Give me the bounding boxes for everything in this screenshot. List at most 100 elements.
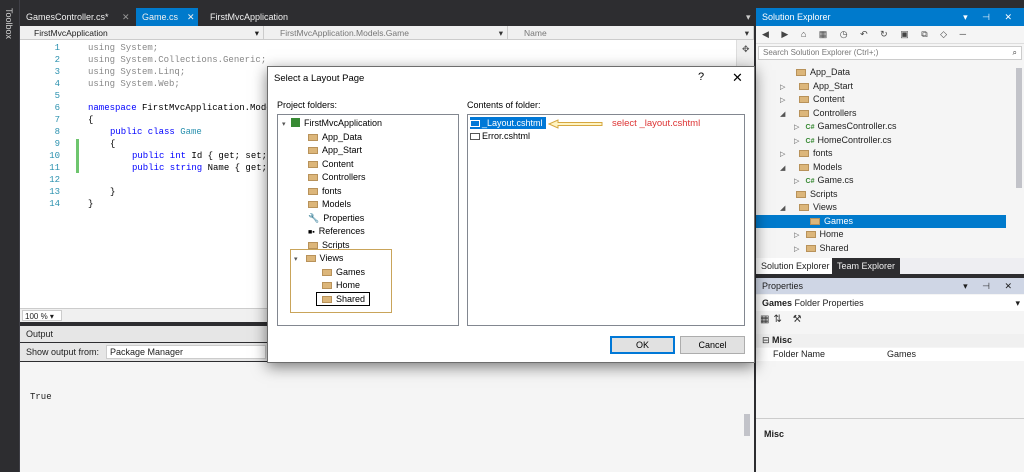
type-dropdown[interactable]: FirstMvcApplication.Models.Game ▾ [266, 26, 508, 40]
file-item-selected[interactable]: _Layout.cshtml [470, 117, 546, 129]
output-body[interactable]: True [20, 362, 754, 472]
expand-icon[interactable]: ▷ [780, 94, 789, 107]
code-line: } [88, 199, 94, 209]
tree-item[interactable]: ▷ Content [780, 93, 845, 106]
tree-item[interactable]: Scripts [796, 188, 838, 201]
folder-icon [322, 296, 332, 303]
folder-contents-list[interactable]: _Layout.cshtml Error.cshtml select _layo… [467, 114, 745, 326]
help-button[interactable]: ? [698, 71, 704, 83]
tree-item[interactable]: ▾ FirstMvcApplication [282, 117, 382, 130]
pane-controls-icon[interactable]: ▾ ⊣ ✕ [963, 278, 1018, 294]
tree-item[interactable]: ▾ Views [294, 252, 343, 265]
tree-item[interactable]: ▷ C# Game.cs [794, 174, 853, 187]
tree-item-selected[interactable]: Shared [316, 292, 371, 306]
close-button[interactable]: ✕ [732, 70, 743, 86]
line-number: 1 [54, 43, 60, 53]
folder-icon [308, 188, 318, 195]
collapse-icon[interactable]: ▾ [294, 253, 303, 266]
tree-item[interactable]: Games [322, 266, 365, 279]
tree-item[interactable]: App_Start [308, 144, 362, 157]
properties-object-type: Folder Properties [794, 298, 864, 308]
folder-icon [805, 245, 816, 252]
pane-controls-icon[interactable]: ▾ ⊣ ✕ [963, 8, 1018, 26]
tree-item[interactable]: fonts [308, 185, 342, 198]
member-dropdown[interactable]: Name ▾ [510, 26, 754, 40]
tab-close-icon[interactable]: ✕ [184, 8, 198, 26]
code-line: { [88, 115, 94, 125]
solution-search-input[interactable]: Search Solution Explorer (Ctrl+;) ⌕ [758, 46, 1022, 60]
tree-item[interactable]: ◢ Models [780, 161, 842, 174]
tab-firstmvcapplication[interactable]: FirstMvcApplication [204, 8, 294, 26]
tab-game-cs[interactable]: Game.cs [136, 8, 185, 26]
expand-icon[interactable]: ▷ [794, 175, 803, 188]
tree-item[interactable]: ▷ Shared [794, 242, 849, 255]
tree-item[interactable]: Home [322, 279, 360, 292]
tree-item[interactable]: ▷ Home [794, 228, 844, 241]
tab-gamescontroller[interactable]: GamesController.cs* [20, 8, 115, 26]
tree-item[interactable]: Content [308, 158, 354, 171]
collapse-icon[interactable]: ▾ [282, 118, 291, 131]
tree-item-label: Properties [323, 213, 365, 223]
tree-item[interactable]: Controllers [308, 171, 366, 184]
split-icon[interactable]: ✥ [742, 44, 750, 55]
contents-label: Contents of folder: [467, 100, 541, 110]
type-label: FirstMvcApplication.Models.Game [280, 28, 409, 38]
output-scroll-thumb[interactable] [744, 414, 750, 436]
show-output-label: Show output from: [26, 347, 100, 357]
folder-icon [308, 161, 318, 168]
expand-icon[interactable]: ▷ [794, 243, 803, 256]
toolbar-icons[interactable]: ◀ ▶ ⌂ ▦ ◷ ↶ ↻ ▣ ⧉ ◇ ─ [762, 29, 971, 40]
tree-item[interactable]: App_Data [308, 131, 362, 144]
properties-section[interactable]: ⊟ Misc [756, 334, 1024, 347]
zoom-dropdown[interactable]: 100 % ▾ [22, 310, 62, 321]
tab-overflow-icon[interactable]: ▾ [740, 8, 757, 26]
tree-item[interactable]: ▷ App_Start [780, 80, 853, 93]
tree-item[interactable]: ◢ Controllers [780, 107, 857, 120]
tree-item[interactable]: ▷ C# GamesController.cs [794, 120, 897, 133]
tree-item[interactable]: App_Data [796, 66, 850, 79]
navigation-bar: FirstMvcApplication ▾ FirstMvcApplication… [20, 26, 754, 40]
project-folder-tree[interactable]: ▾ FirstMvcApplication App_Data App_Start … [277, 114, 459, 326]
tree-item[interactable]: ▷ C# HomeController.cs [794, 134, 892, 147]
line-number: 6 [54, 103, 60, 113]
code-line: using System.Collections.Generic; [88, 55, 267, 65]
folder-icon [308, 174, 318, 181]
tree-item-label: Views [813, 202, 837, 212]
search-icon: ⌕ [1012, 48, 1017, 57]
tab-team-explorer[interactable]: Team Explorer [832, 258, 901, 274]
line-number: 9 [54, 139, 60, 149]
tree-item[interactable]: ▷ fonts [780, 147, 833, 160]
collapse-icon[interactable]: ◢ [780, 162, 789, 175]
chevron-down-icon: ▾ [744, 28, 749, 38]
expand-icon[interactable]: ▷ [794, 229, 803, 242]
properties-toolbar-icons[interactable]: ▦⇅ ⚒ [760, 314, 806, 325]
tree-item[interactable]: Models [308, 198, 351, 211]
tree-item-label: App_Data [322, 132, 363, 142]
file-item-label: Error.cshtml [482, 131, 531, 141]
project-dropdown[interactable]: FirstMvcApplication ▾ [20, 26, 264, 40]
expand-icon[interactable]: ▷ [780, 148, 789, 161]
tree-item-selected[interactable]: Games [756, 215, 1006, 228]
csharp-file-icon: C# [805, 178, 815, 185]
property-row[interactable]: Folder Name Games [756, 348, 1024, 361]
output-source-dropdown[interactable]: Package Manager [106, 345, 266, 359]
expand-icon[interactable]: ▷ [794, 121, 803, 134]
collapse-icon[interactable]: ◢ [780, 202, 789, 215]
solution-scroll-thumb[interactable] [1016, 68, 1022, 188]
folder-icon [305, 255, 316, 262]
collapse-icon[interactable]: ◢ [780, 108, 789, 121]
tree-item-label: Controllers [813, 108, 857, 118]
tree-item[interactable]: ■▪ References [308, 225, 365, 238]
keyword: public int [132, 151, 187, 161]
file-item[interactable]: Error.cshtml [470, 130, 530, 142]
ok-button[interactable]: OK [610, 336, 675, 354]
properties-object-selector[interactable]: Games Folder Properties ▾ [756, 295, 1024, 311]
cancel-button[interactable]: Cancel [680, 336, 745, 354]
tab-solution-explorer[interactable]: Solution Explorer [756, 258, 835, 274]
line-number: 4 [54, 79, 60, 89]
tree-item-label: Shared [819, 243, 849, 253]
tab-close-icon[interactable]: ✕ [116, 8, 136, 26]
tree-item[interactable]: ◢ Views [780, 201, 837, 214]
toolbox-strip[interactable]: Toolbox [0, 0, 20, 472]
tree-item[interactable]: 🔧 Properties [308, 212, 364, 225]
